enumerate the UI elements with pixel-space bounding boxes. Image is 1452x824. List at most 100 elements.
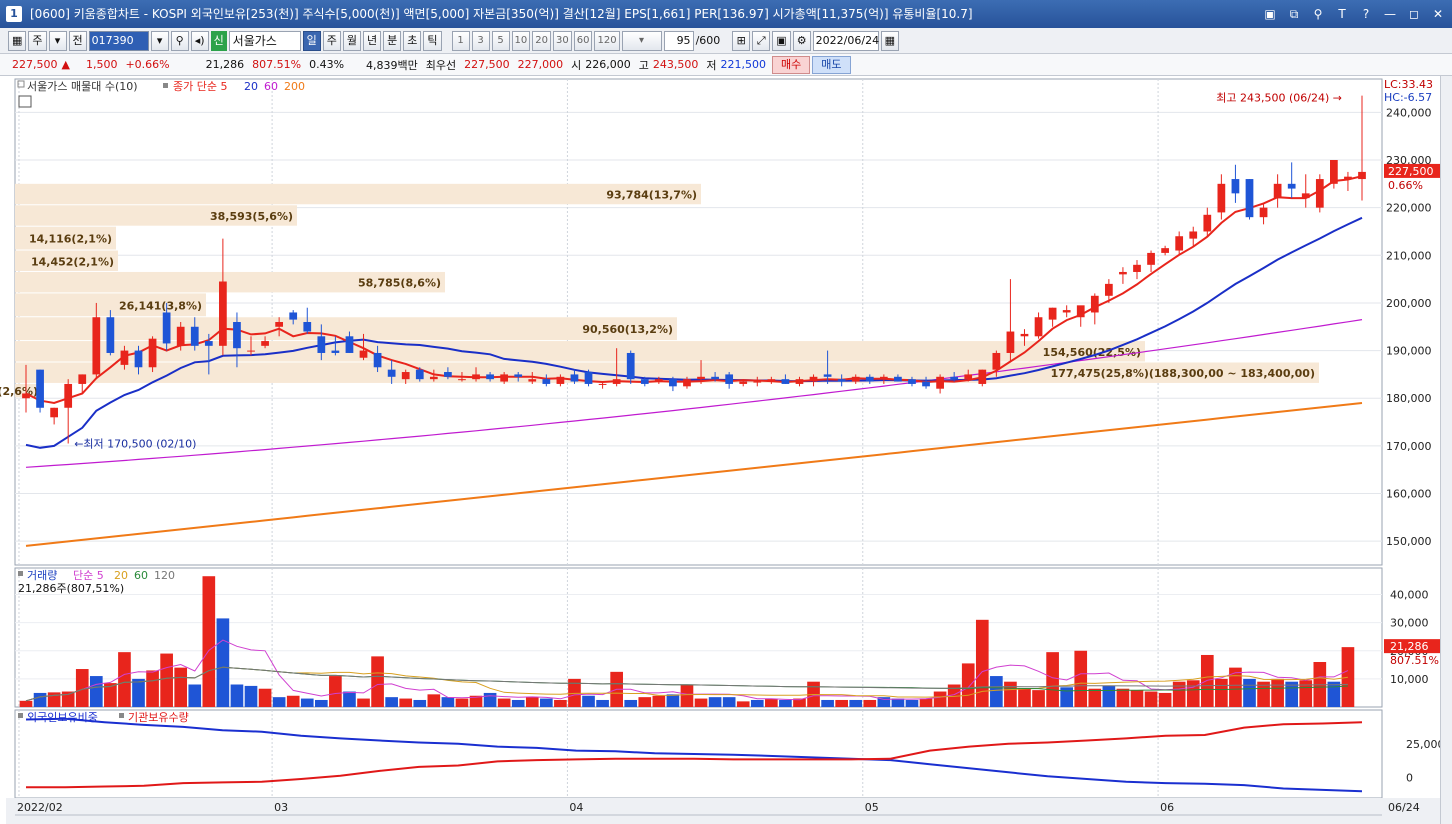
candle-body: [964, 374, 973, 380]
candle-body: [654, 379, 663, 382]
period-tick-button[interactable]: 틱: [423, 30, 442, 51]
volume-profile-bar: [15, 183, 701, 205]
candle-body: [190, 326, 199, 346]
code-dropdown-icon[interactable]: ▾: [150, 30, 169, 51]
candle-body: [612, 379, 621, 384]
candle-body: [936, 376, 944, 389]
maximize-button[interactable]: ◻: [1406, 0, 1422, 28]
volume-current-pct: 807.51%: [1390, 654, 1439, 667]
interval-button[interactable]: 60: [573, 30, 593, 51]
period-year-button[interactable]: 년: [363, 30, 382, 51]
period-type-select[interactable]: 주: [28, 30, 47, 51]
candle-body: [1104, 283, 1113, 296]
date-input[interactable]: 2022/06/24: [812, 30, 879, 51]
candle-body: [1330, 160, 1338, 184]
search-icon[interactable]: ⚲: [170, 30, 189, 51]
minimize-button[interactable]: —: [1382, 0, 1398, 28]
prev-button[interactable]: 전: [68, 30, 87, 51]
candle-body: [359, 350, 368, 358]
volume-axis-tick: 30,000: [1390, 617, 1429, 630]
candle-body: [851, 376, 860, 382]
open-label: 시: [571, 58, 582, 72]
stock-name-field[interactable]: 서울가스: [228, 30, 301, 51]
interval-button[interactable]: 10: [511, 30, 531, 51]
interval-button[interactable]: 120: [594, 30, 620, 51]
candle-body: [1259, 207, 1268, 218]
candle-body: [1133, 264, 1141, 272]
sell-button[interactable]: 매도: [812, 55, 851, 74]
candle-body: [739, 381, 748, 384]
interval-button[interactable]: 1: [451, 30, 470, 51]
interval-button[interactable]: 30: [553, 30, 572, 51]
speaker-icon[interactable]: ◂): [190, 30, 209, 51]
volume-bar: [272, 697, 286, 707]
interval-custom-select[interactable]: ▾: [621, 30, 662, 51]
candle-body: [472, 374, 480, 380]
pin-icon[interactable]: ⚲: [1310, 0, 1326, 28]
candle-body: [809, 376, 818, 382]
count-input[interactable]: 95: [663, 30, 694, 51]
volume-current-tag-label: 21,286: [1390, 640, 1429, 653]
candle-body: [781, 379, 790, 384]
copy-window-icon[interactable]: ⧉: [1286, 0, 1302, 28]
calendar-icon[interactable]: ▦: [880, 30, 900, 51]
candle-body: [415, 369, 424, 380]
interval-button[interactable]: 3: [471, 30, 490, 51]
candle-body: [36, 369, 44, 408]
chevron-down-icon[interactable]: ▾: [48, 30, 67, 51]
volume-bar: [511, 699, 525, 707]
price-axis-tick: 240,000: [1386, 106, 1432, 119]
period-second-button[interactable]: 초: [403, 30, 422, 51]
restore-layout-icon[interactable]: ▣: [1262, 0, 1278, 28]
volume-bar: [1186, 680, 1200, 707]
ma200-legend: 200: [284, 80, 305, 93]
volume-bar: [666, 694, 680, 707]
chart-canvas[interactable]: 150,000 160,000 170,000 180,000 190,000 200,0…: [0, 76, 1452, 824]
layout-icon[interactable]: ▦: [8, 30, 27, 51]
candle-body: [500, 374, 509, 382]
candle-body: [1245, 179, 1254, 218]
save-icon[interactable]: ▣: [772, 30, 791, 51]
volume-bar: [286, 695, 300, 707]
gear-icon[interactable]: ⚙: [792, 30, 811, 51]
volume-bar: [582, 695, 595, 707]
candle-body: [950, 376, 959, 380]
candle-body: [1301, 193, 1310, 199]
stock-code-input[interactable]: 017390: [88, 30, 149, 51]
volume-bar: [722, 697, 736, 707]
candle-body: [22, 393, 30, 399]
draw-icon[interactable]: ⤢: [752, 30, 771, 51]
close-button[interactable]: ✕: [1430, 0, 1446, 28]
buy-button[interactable]: 매수: [772, 55, 811, 74]
volume-bar: [849, 699, 863, 707]
volume-bar: [708, 697, 722, 707]
volume-bar: [329, 676, 342, 707]
volume-bar: [202, 576, 216, 707]
interval-button[interactable]: 5: [491, 30, 510, 51]
help-icon[interactable]: ?: [1358, 0, 1374, 28]
period-minute-button[interactable]: 분: [383, 30, 402, 51]
candle-body: [795, 379, 804, 384]
new-badge[interactable]: 신: [210, 30, 227, 51]
volume-profile-label: 14,116(2,1%): [29, 233, 112, 246]
high-price: 243,500: [652, 58, 699, 71]
candle-body: [233, 322, 241, 349]
text-icon[interactable]: T: [1334, 0, 1350, 28]
zoom-icon[interactable]: ⊞: [732, 30, 751, 51]
volume-bar: [1074, 650, 1088, 707]
period-week-button[interactable]: 주: [322, 30, 341, 51]
volume-bar: [300, 698, 314, 707]
candle-body: [528, 379, 537, 382]
candle-body: [697, 376, 705, 380]
interval-button[interactable]: 20: [532, 30, 551, 51]
candle-body: [753, 381, 762, 383]
candle-body: [1273, 183, 1282, 199]
volume-profile-label: 14,452(2,1%): [31, 255, 114, 268]
period-day-button[interactable]: 일: [302, 30, 321, 51]
period-month-button[interactable]: 월: [342, 30, 362, 51]
volume-bar: [314, 699, 328, 707]
volume-bar: [919, 698, 933, 707]
candle-body: [345, 336, 354, 353]
candle-body: [289, 312, 298, 320]
vertical-scrollbar[interactable]: [1440, 76, 1452, 824]
